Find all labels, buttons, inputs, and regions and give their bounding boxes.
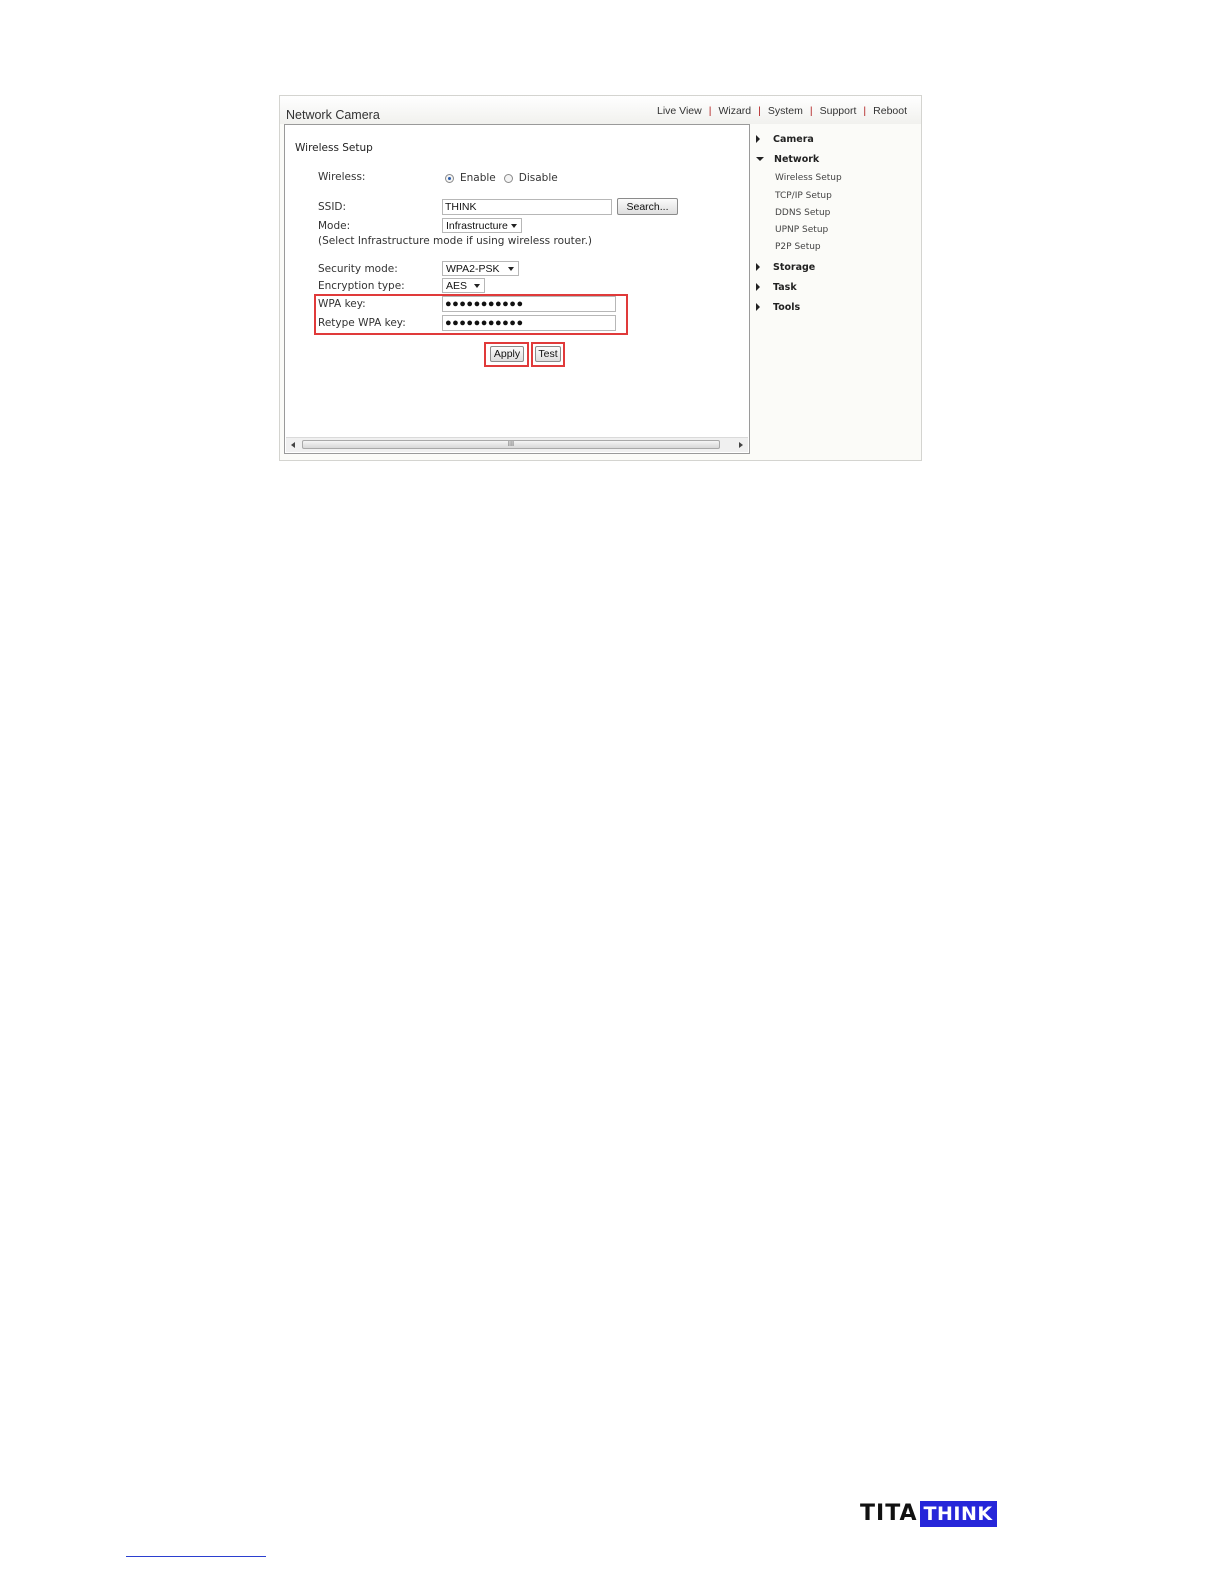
test-button[interactable]: Test <box>535 346 561 362</box>
top-navigation: Live View | Wizard | System | Support | … <box>657 105 907 117</box>
logo-text-left: TITA <box>860 1501 918 1526</box>
nav-separator: | <box>708 105 712 117</box>
wireless-disable-label: Disable <box>518 172 558 184</box>
caret-right-icon <box>756 262 760 271</box>
sidebar-subitem-p2p-setup[interactable]: P2P Setup <box>775 242 821 252</box>
apply-button[interactable]: Apply <box>490 346 524 362</box>
security-mode-select[interactable]: WPA2-PSK <box>442 261 519 276</box>
nav-wizard[interactable]: Wizard <box>718 105 751 117</box>
retype-wpa-key-label: Retype WPA key: <box>318 317 406 329</box>
retype-wpa-key-input[interactable]: ●●●●●●●●●●● <box>442 315 616 331</box>
mode-select[interactable]: Infrastructure <box>442 218 522 233</box>
security-mode-label: Security mode: <box>318 263 398 275</box>
sidebar-item-label: Camera <box>773 134 814 145</box>
wireless-disable-radio[interactable] <box>503 173 513 183</box>
scrollbar-thumb[interactable]: III <box>302 440 720 449</box>
sidebar-item-network[interactable]: Network <box>756 154 819 165</box>
top-bar: Network Camera Live View | Wizard | Syst… <box>280 96 921 124</box>
sidebar-subitem-tcpip-setup[interactable]: TCP/IP Setup <box>775 191 832 201</box>
sidebar-subitem-upnp-setup[interactable]: UPNP Setup <box>775 225 828 235</box>
search-button[interactable]: Search... <box>617 198 678 215</box>
ssid-label: SSID: <box>318 201 347 213</box>
nav-reboot[interactable]: Reboot <box>873 105 907 117</box>
sidebar-item-label: Network <box>774 154 820 165</box>
sidebar-item-label: Task <box>773 282 797 293</box>
security-mode-value: WPA2-PSK <box>446 262 500 275</box>
sidebar-item-label: Tools <box>773 302 801 313</box>
encryption-type-value: AES <box>446 279 468 292</box>
scroll-right-icon[interactable] <box>739 442 743 448</box>
screenshot-window: Network Camera Live View | Wizard | Syst… <box>279 95 922 461</box>
ssid-input[interactable]: THINK <box>442 199 612 215</box>
sidebar-item-label: Storage <box>773 262 816 273</box>
chevron-down-icon <box>511 224 517 228</box>
wireless-enable-label: Enable <box>460 172 496 184</box>
horizontal-scrollbar[interactable]: III <box>286 437 748 452</box>
encryption-type-label: Encryption type: <box>318 280 405 292</box>
sidebar-item-storage[interactable]: Storage <box>756 262 815 273</box>
section-title: Wireless Setup <box>295 142 373 154</box>
chevron-down-icon <box>474 284 480 288</box>
wireless-radio-group: Enable Disable <box>445 172 566 184</box>
app-title: Network Camera <box>286 108 380 122</box>
nav-separator: | <box>758 105 761 117</box>
nav-separator: | <box>863 105 867 117</box>
wireless-enable-radio[interactable] <box>445 173 454 183</box>
nav-system[interactable]: System <box>768 105 803 117</box>
chevron-down-icon <box>508 267 514 271</box>
caret-right-icon <box>756 134 760 143</box>
sidebar-subitem-ddns-setup[interactable]: DDNS Setup <box>775 208 830 218</box>
sidebar-item-camera[interactable]: Camera <box>756 134 814 145</box>
footer-link-underline[interactable] <box>126 1556 266 1557</box>
wpa-key-label: WPA key: <box>318 298 366 310</box>
titathink-logo: TITA THINK <box>860 1501 997 1527</box>
logo-text-right: THINK <box>919 1501 997 1527</box>
encryption-type-select[interactable]: AES <box>442 278 485 293</box>
mode-select-value: Infrastructure <box>446 219 508 232</box>
wpa-key-input[interactable]: ●●●●●●●●●●● <box>442 296 616 312</box>
wireless-label: Wireless: <box>318 171 366 183</box>
nav-live-view[interactable]: Live View <box>657 105 702 117</box>
nav-support[interactable]: Support <box>820 105 857 117</box>
sidebar-item-tools[interactable]: Tools <box>756 302 800 313</box>
sidebar-item-task[interactable]: Task <box>756 282 797 293</box>
scroll-left-icon[interactable] <box>291 442 295 448</box>
mode-hint: (Select Infrastructure mode if using wir… <box>318 235 593 247</box>
caret-right-icon <box>756 282 760 291</box>
caret-right-icon <box>756 302 760 311</box>
caret-down-icon <box>756 156 764 161</box>
mode-label: Mode: <box>318 220 351 232</box>
sidebar-subitem-wireless-setup[interactable]: Wireless Setup <box>775 173 842 183</box>
content-panel: Wireless Setup Wireless: Enable Disable … <box>284 124 750 454</box>
nav-separator: | <box>809 105 813 117</box>
